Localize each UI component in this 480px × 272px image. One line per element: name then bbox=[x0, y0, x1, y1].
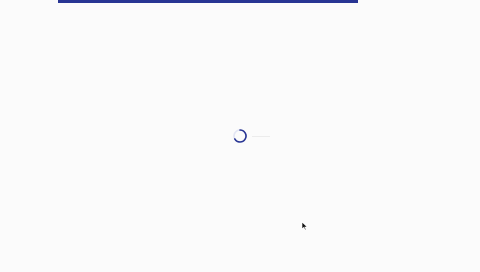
loading-page bbox=[0, 0, 480, 272]
loading-spinner-icon bbox=[233, 129, 247, 143]
loading-placeholder-line bbox=[252, 136, 270, 137]
mouse-pointer-icon bbox=[301, 221, 309, 231]
progress-bar-fill bbox=[57, 0, 358, 3]
top-progress-bar bbox=[0, 0, 480, 3]
